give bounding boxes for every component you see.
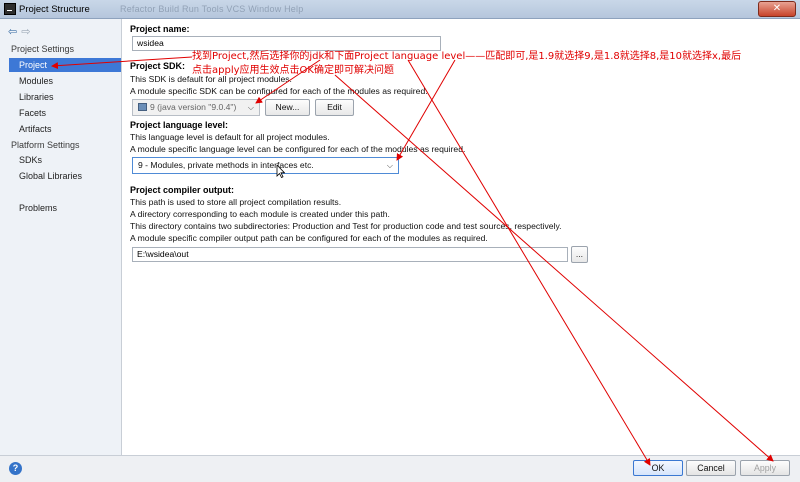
ok-button[interactable]: OK	[633, 460, 683, 476]
project-name-label: Project name:	[130, 24, 190, 34]
project-name-field[interactable]: wsidea	[132, 36, 441, 51]
apply-button[interactable]: Apply	[740, 460, 790, 476]
sidebar-item-facets[interactable]: Facets	[9, 106, 121, 120]
mouse-cursor-icon	[276, 165, 285, 178]
help-icon[interactable]: ?	[9, 462, 22, 475]
chevron-down-icon: ⌵	[247, 103, 254, 112]
back-arrow-icon[interactable]: ⇦	[8, 26, 17, 38]
sidebar-item-project[interactable]: Project	[9, 58, 121, 72]
background-menu-bar: Refactor Build Run Tools VCS Window Help	[120, 4, 304, 14]
annotation-line-2: 点击apply应用生效点击OK确定即可解决问题	[192, 65, 394, 76]
compiler-output-description-1: This path is used to store all project c…	[130, 197, 342, 207]
sidebar: ⇦ ⇨ Project Settings Project Modules Libr…	[0, 19, 122, 455]
language-level-value: 9 - Modules, private methods in interfac…	[138, 160, 314, 170]
language-level-label: Project language level:	[130, 120, 229, 130]
intellij-app-icon	[4, 3, 16, 15]
language-level-description-2: A module specific language level can be …	[130, 144, 466, 154]
compiler-output-description-3: This directory contains two subdirectori…	[130, 221, 562, 231]
title-bar: Project Structure Refactor Build Run Too…	[0, 0, 800, 19]
nav-arrows: ⇦ ⇨	[8, 25, 34, 38]
sdk-edit-button[interactable]: Edit	[315, 99, 354, 116]
chevron-down-icon: ⌵	[386, 161, 393, 170]
project-sdk-value: 9 (java version "9.0.4")	[150, 102, 237, 112]
compiler-output-description-2: A directory corresponding to each module…	[130, 209, 390, 219]
compiler-output-path-field[interactable]: E:\wsidea\out	[132, 247, 568, 262]
compiler-output-description-4: A module specific compiler output path c…	[130, 233, 488, 243]
project-settings-panel: Project name: wsidea Project SDK: This S…	[123, 19, 800, 455]
annotation-line-1: 找到Project,然后选择你的jdk和下面Project language l…	[192, 51, 742, 62]
forward-arrow-icon[interactable]: ⇨	[21, 26, 30, 38]
jdk-folder-icon	[138, 103, 147, 111]
project-settings-header: Project Settings	[11, 44, 75, 54]
sidebar-item-sdks[interactable]: SDKs	[9, 153, 121, 167]
dialog-button-bar: ? OK Cancel Apply	[0, 455, 800, 482]
compiler-output-label: Project compiler output:	[130, 185, 235, 195]
window-close-button[interactable]: ✕	[758, 1, 796, 17]
sidebar-item-modules[interactable]: Modules	[9, 74, 121, 88]
sdk-new-button[interactable]: New...	[265, 99, 310, 116]
sidebar-item-problems[interactable]: Problems	[9, 201, 121, 215]
window-title: Project Structure	[19, 4, 90, 15]
language-level-select[interactable]: 9 - Modules, private methods in interfac…	[132, 157, 399, 174]
language-level-description-1: This language level is default for all p…	[130, 132, 330, 142]
annotation-text: 找到Project,然后选择你的jdk和下面Project language l…	[192, 50, 800, 78]
sidebar-item-artifacts[interactable]: Artifacts	[9, 122, 121, 136]
browse-button[interactable]: ...	[571, 246, 588, 263]
cancel-button[interactable]: Cancel	[686, 460, 736, 476]
sdk-description-2: A module specific SDK can be configured …	[130, 86, 428, 96]
sidebar-item-libraries[interactable]: Libraries	[9, 90, 121, 104]
platform-settings-header: Platform Settings	[11, 140, 80, 150]
sidebar-item-global-libraries[interactable]: Global Libraries	[9, 169, 121, 183]
project-sdk-label: Project SDK:	[130, 61, 186, 71]
project-sdk-select[interactable]: 9 (java version "9.0.4") ⌵	[132, 99, 260, 116]
